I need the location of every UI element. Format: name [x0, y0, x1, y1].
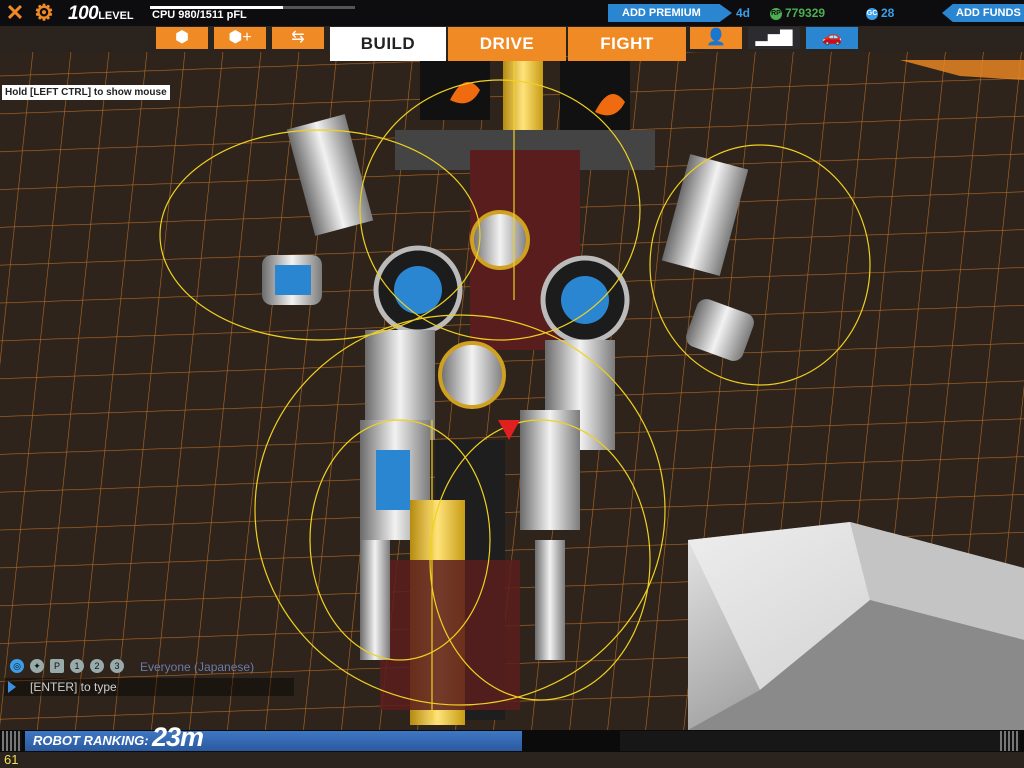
- ranking-bar-edge-right: [1000, 731, 1020, 751]
- add-cube-tab[interactable]: ⬢+: [214, 27, 266, 49]
- globe-icon[interactable]: ◎: [10, 659, 24, 673]
- ctrl-hint: Hold [LEFT CTRL] to show mouse: [2, 85, 170, 100]
- close-icon[interactable]: ✕: [4, 2, 26, 24]
- gc-coin-icon: GC: [866, 7, 878, 20]
- player-3-icon[interactable]: 3: [110, 659, 124, 673]
- profile-tab[interactable]: 👤: [690, 27, 742, 49]
- chat-input[interactable]: [ENTER] to type: [4, 678, 294, 696]
- friends-icon[interactable]: ✦: [30, 659, 44, 673]
- garage-tab[interactable]: 🚗: [806, 27, 858, 49]
- ranking-bar-empty: [620, 731, 1000, 751]
- settings-gear-icon[interactable]: ⚙: [33, 2, 55, 24]
- player-1-icon[interactable]: 1: [70, 659, 84, 673]
- level-label: LEVEL: [98, 10, 134, 22]
- party-icon[interactable]: P: [50, 659, 64, 673]
- tab-drive[interactable]: DRIVE: [448, 27, 566, 61]
- chat-arrow-icon: [8, 681, 16, 693]
- share-tab[interactable]: ⇆: [272, 27, 324, 49]
- premium-days: 4d: [736, 6, 751, 20]
- ranking-bar-edge-left: [2, 731, 22, 751]
- ranking-label: ROBOT RANKING:: [33, 733, 149, 748]
- leaderboard-tab[interactable]: ▂▅▇: [748, 27, 800, 49]
- robot-points: RP 779329: [770, 6, 825, 20]
- rp-value: 779329: [785, 6, 826, 20]
- rp-coin-icon: RP: [770, 7, 782, 20]
- tab-build[interactable]: BUILD: [330, 27, 446, 61]
- add-premium-button[interactable]: ADD PREMIUM: [608, 4, 732, 22]
- ranking-value: 23m: [152, 722, 204, 752]
- tab-fight[interactable]: FIGHT: [568, 27, 686, 61]
- player-level: 100LEVEL: [68, 3, 134, 25]
- game-viewport[interactable]: [0, 0, 1024, 768]
- player-2-icon[interactable]: 2: [90, 659, 104, 673]
- galaxy-coins: GC 28: [866, 6, 894, 20]
- chat-channel: Everyone (Japanese): [140, 660, 255, 674]
- cpu-readout: CPU 980/1511 pFL: [152, 9, 247, 21]
- gc-value: 28: [881, 6, 895, 20]
- add-funds-button[interactable]: ADD FUNDS: [942, 4, 1024, 22]
- inventory-cube-tab[interactable]: ⬢: [156, 27, 208, 49]
- fps-counter: 61: [4, 752, 19, 767]
- level-number: 100: [68, 3, 99, 24]
